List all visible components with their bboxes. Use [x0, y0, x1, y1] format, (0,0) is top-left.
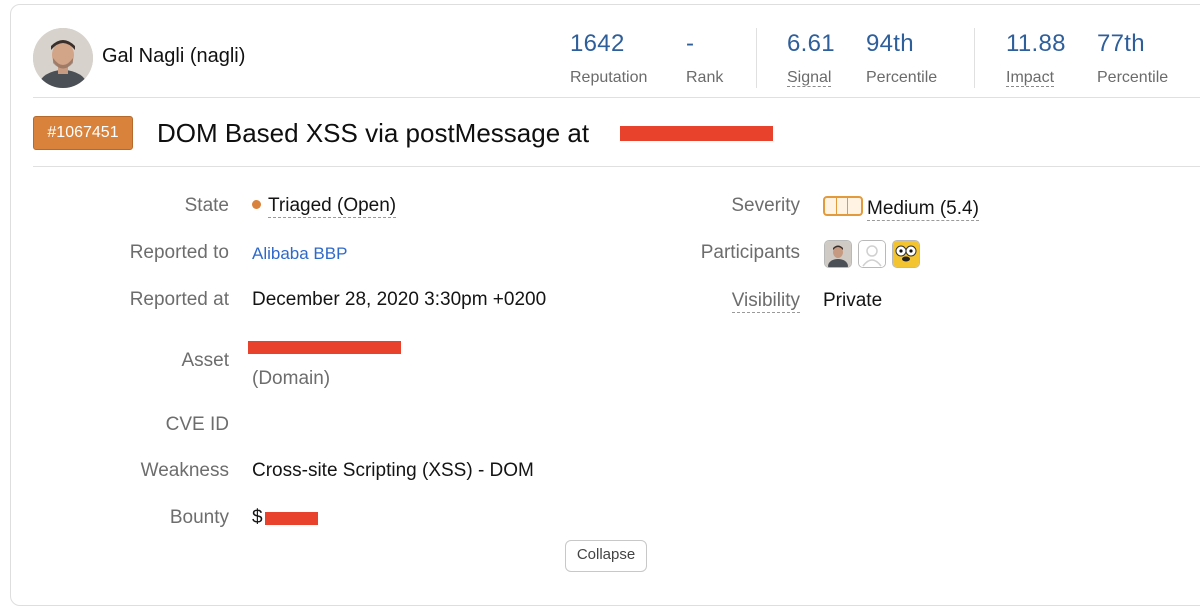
user-name[interactable]: Gal Nagli (nagli)	[102, 45, 245, 68]
stat-rank: - Rank	[686, 30, 723, 87]
stat-impact: 11.88 Impact	[1006, 30, 1066, 87]
rank-label: Rank	[686, 69, 724, 86]
severity-value[interactable]: Medium (5.4)	[823, 196, 979, 221]
stats-divider	[974, 28, 975, 88]
stat-signal-percentile: 94th Percentile	[866, 30, 937, 87]
signal-label[interactable]: Signal	[787, 69, 832, 87]
bounty-redaction-mark	[265, 512, 318, 525]
signal-percentile-label: Percentile	[866, 69, 938, 86]
reputation-label: Reputation	[570, 69, 648, 86]
asset-label: Asset	[181, 350, 229, 371]
reported-to-label: Reported to	[129, 242, 229, 263]
severity-label: Severity	[731, 195, 800, 216]
participant-default-avatar-icon[interactable]	[858, 240, 886, 268]
bounty-value: $	[252, 507, 263, 528]
severity-text: Medium (5.4)	[867, 198, 979, 221]
state-value[interactable]: Triaged (Open)	[252, 195, 397, 218]
signal-value: 6.61	[787, 30, 835, 57]
user-avatar[interactable]	[33, 28, 93, 88]
program-link[interactable]: Alibaba BBP	[252, 244, 347, 264]
impact-label[interactable]: Impact	[1006, 69, 1055, 87]
header-divider	[33, 97, 1200, 98]
visibility-label: Visibility	[731, 290, 800, 313]
rank-value: -	[686, 30, 695, 57]
participant-cartoon-avatar-icon[interactable]	[892, 240, 920, 268]
collapse-button[interactable]: Collapse	[565, 540, 647, 572]
state-text: Triaged (Open)	[268, 195, 397, 218]
visibility-value: Private	[823, 290, 883, 311]
report-id-badge[interactable]: #1067451	[33, 116, 133, 150]
impact-value: 11.88	[1006, 30, 1066, 57]
severity-meter-icon	[823, 196, 863, 216]
impact-percentile-label: Percentile	[1097, 69, 1169, 86]
weakness-label: Weakness	[140, 460, 229, 481]
bounty-label: Bounty	[169, 507, 229, 528]
stat-impact-percentile: 77th Percentile	[1097, 30, 1168, 87]
stat-signal: 6.61 Signal	[787, 30, 835, 87]
state-label: State	[184, 195, 229, 216]
stat-reputation: 1642 Reputation	[570, 30, 647, 87]
weakness-value[interactable]: Cross-site Scripting (XSS) - DOM	[252, 460, 534, 482]
reported-at-label: Reported at	[129, 289, 229, 310]
impact-percentile-value: 77th	[1097, 30, 1145, 57]
cve-label: CVE ID	[165, 414, 229, 435]
signal-percentile-value: 94th	[866, 30, 914, 57]
title-divider	[33, 166, 1200, 167]
participants-label: Participants	[700, 242, 800, 263]
report-title: DOM Based XSS via postMessage at	[157, 118, 590, 148]
redaction-mark	[620, 126, 773, 141]
reputation-value: 1642	[570, 30, 625, 57]
asset-type: (Domain)	[252, 368, 331, 389]
reported-at-value: December 28, 2020 3:30pm +0200	[252, 289, 547, 310]
asset-redaction-mark	[248, 341, 401, 354]
status-dot-icon	[252, 200, 261, 209]
participant-avatar-icon[interactable]	[824, 240, 852, 268]
stats-divider	[756, 28, 757, 88]
